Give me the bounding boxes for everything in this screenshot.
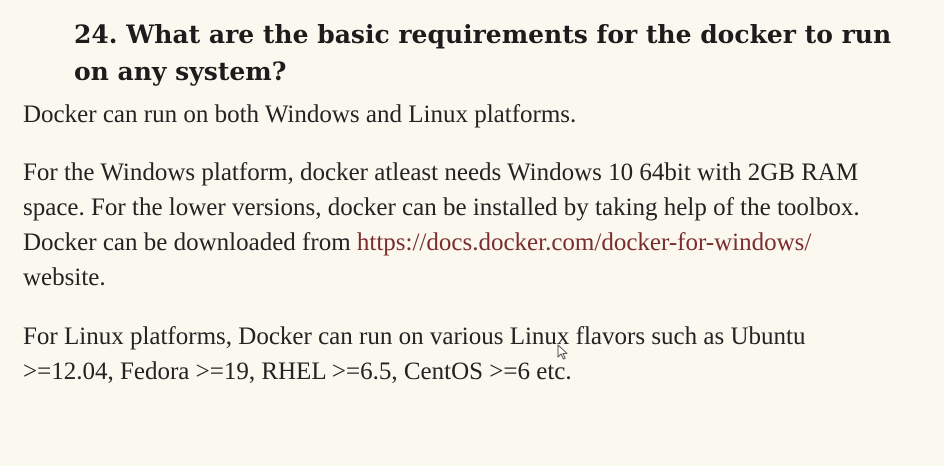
docker-for-windows-link[interactable]: https://docs.docker.com/docker-for-windo… [357, 229, 811, 256]
windows-paragraph: For the Windows platform, docker atleast… [23, 155, 944, 295]
linux-paragraph-line-1: For Linux platforms, Docker can run on v… [23, 323, 806, 350]
mouse-pointer-icon [557, 344, 568, 360]
windows-paragraph-line-4: website. [23, 264, 106, 291]
download-text: Docker can be downloaded from [23, 229, 357, 256]
windows-paragraph-line-3: Docker can be downloaded from https://do… [23, 225, 944, 260]
question-heading: 24. What are the basic requirements for … [74, 20, 892, 86]
intro-paragraph: Docker can run on both Windows and Linux… [23, 101, 577, 128]
windows-paragraph-line-1: For the Windows platform, docker atleast… [23, 159, 859, 186]
windows-paragraph-line-2: space. For the lower versions, docker ca… [23, 194, 860, 221]
linux-paragraph-line-2: >=12.04, Fedora >=19, RHEL >=6.5, CentOS… [23, 358, 572, 385]
document-page: 24. What are the basic requirements for … [0, 0, 944, 466]
linux-paragraph: For Linux platforms, Docker can run on v… [23, 319, 805, 389]
